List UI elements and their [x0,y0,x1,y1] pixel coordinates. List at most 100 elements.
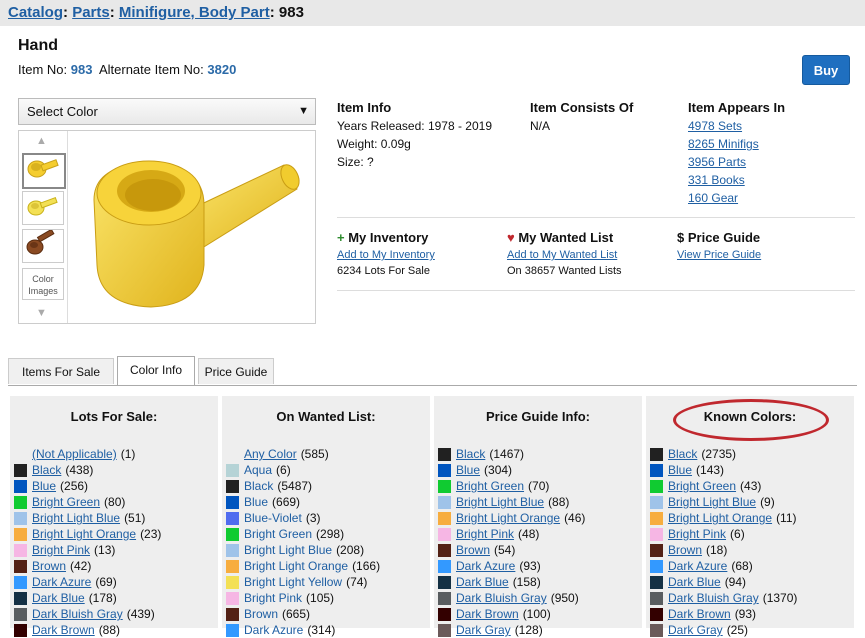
color-name-link[interactable]: Bright Light Blue [456,494,544,510]
color-row: Dark Azure (69) [14,574,161,590]
scroll-up-icon[interactable]: ▲ [36,135,47,147]
color-count: (585) [300,447,329,461]
color-count: (6) [730,527,745,541]
color-name-link[interactable]: Bright Light Orange [456,510,560,526]
color-name-link[interactable]: Dark Blue [668,574,721,590]
tab-color-info[interactable]: Color Info [117,356,195,385]
color-name-link[interactable]: Black [244,478,273,494]
breadcrumb-catalog-link[interactable]: Catalog [8,4,63,21]
color-name-link[interactable]: Bright Light Blue [32,510,120,526]
color-name-link[interactable]: Dark Azure [32,574,91,590]
color-name-link[interactable]: Brown [32,558,66,574]
color-name-link[interactable]: Dark Bluish Gray [32,606,123,622]
color-name-link[interactable]: Dark Blue [456,574,509,590]
color-name-link[interactable]: Bright Green [32,494,100,510]
color-name-link[interactable]: Blue [668,462,692,478]
color-swatch [650,559,663,573]
color-name-link[interactable]: Blue-Violet [244,510,302,526]
divider [337,290,855,291]
thumbnail-yellow-2[interactable] [22,191,64,225]
appears-parts-link[interactable]: 3956 Parts [688,153,759,171]
color-name-link[interactable]: Bright Green [668,478,736,494]
color-count: (94) [724,575,747,589]
thumbnail-brown[interactable] [22,228,64,263]
color-name-link[interactable]: Dark Bluish Gray [668,590,759,606]
appears-books-link[interactable]: 331 Books [688,171,759,189]
color-swatch [226,591,239,605]
color-name-link[interactable]: Dark Azure [668,558,727,574]
color-name-link[interactable]: Bright Green [244,526,312,542]
color-name-link[interactable]: Bright Light Orange [32,526,136,542]
color-name-link[interactable]: Bright Green [456,478,524,494]
color-count: (100) [522,607,551,621]
color-name-link[interactable]: Dark Brown [32,622,95,638]
color-swatch [438,527,451,541]
color-name-link[interactable]: Bright Light Orange [244,558,348,574]
color-name-link[interactable]: Brown [244,606,278,622]
color-name-link[interactable]: Bright Pink [456,526,514,542]
color-row: Brown (54) [438,542,585,558]
color-name-link[interactable]: Bright Light Blue [244,542,332,558]
color-count: (128) [514,623,543,637]
color-count: (178) [88,591,117,605]
tab-price-guide[interactable]: Price Guide [198,358,274,384]
tab-items-for-sale[interactable]: Items For Sale [8,358,114,384]
appears-minifigs-link[interactable]: 8265 Minifigs [688,135,759,153]
color-name-link[interactable]: Brown [456,542,490,558]
color-name-link[interactable]: Blue [32,478,56,494]
color-name-link[interactable]: (Not Applicable) [32,446,117,462]
breadcrumb-separator: : [269,4,275,21]
color-name-link[interactable]: Dark Gray [668,622,723,638]
color-name-link[interactable]: Black [456,446,485,462]
color-row: Brown (42) [14,558,161,574]
color-row: Dark Bluish Gray (439) [14,606,161,622]
color-name-link[interactable]: Blue [456,462,480,478]
color-name-link[interactable]: Dark Brown [456,606,519,622]
scroll-down-icon[interactable]: ▼ [36,307,47,319]
buy-button[interactable]: Buy [802,55,850,85]
color-name-link[interactable]: Dark Azure [456,558,515,574]
color-select[interactable]: Select Color ▼ [18,98,316,125]
color-name-link[interactable]: Bright Pink [244,590,302,606]
color-count: (256) [60,479,89,493]
color-name-link[interactable]: Any Color [244,446,297,462]
color-name-link[interactable]: Bright Light Orange [668,510,772,526]
color-name-link[interactable]: Black [32,462,61,478]
color-images-button[interactable]: Color Images [22,268,64,300]
color-name-link[interactable]: Bright Pink [668,526,726,542]
color-name-link[interactable]: Dark Blue [32,590,85,606]
color-row: Dark Blue (94) [650,574,797,590]
color-list: Black (1467) Blue (304) Bright Green (70) Brig… [438,446,585,638]
color-count: (93) [519,559,541,573]
color-name-link[interactable]: Dark Gray [456,622,511,638]
color-name-link[interactable]: Black [668,446,697,462]
thumbnail-yellow-1[interactable] [22,153,66,189]
color-row: Dark Azure (68) [650,558,797,574]
color-swatch [226,623,239,637]
color-count: (143) [696,463,725,477]
color-name-link[interactable]: Blue [244,494,268,510]
appears-sets-link[interactable]: 4978 Sets [688,117,759,135]
color-name-link[interactable]: Brown [668,542,702,558]
color-name-link[interactable]: Dark Azure [244,622,303,638]
size: Size: ? [337,155,374,169]
add-to-inventory-link[interactable]: Add to My Inventory [337,247,435,263]
color-row: Dark Azure (314) [226,622,380,638]
color-count: (1467) [489,447,525,461]
color-count: (93) [734,607,757,621]
color-name-link[interactable]: Bright Light Yellow [244,574,342,590]
color-name-link[interactable]: Bright Light Blue [668,494,756,510]
color-name-link[interactable]: Aqua [244,462,272,478]
color-name-link[interactable]: Dark Bluish Gray [456,590,547,606]
color-name-link[interactable]: Dark Brown [668,606,731,622]
color-count: (25) [726,623,749,637]
color-list: (Not Applicable) (1) Black (438) Blue (256) Br… [14,446,161,638]
color-row: Black (2735) [650,446,797,462]
view-price-guide-link[interactable]: View Price Guide [677,247,761,263]
breadcrumb-category-link[interactable]: Minifigure, Body Part [119,4,270,21]
color-swatch [650,447,663,461]
appears-gear-link[interactable]: 160 Gear [688,189,759,207]
color-name-link[interactable]: Bright Pink [32,542,90,558]
breadcrumb-parts-link[interactable]: Parts [72,4,110,21]
add-to-wanted-link[interactable]: Add to My Wanted List [507,247,622,263]
